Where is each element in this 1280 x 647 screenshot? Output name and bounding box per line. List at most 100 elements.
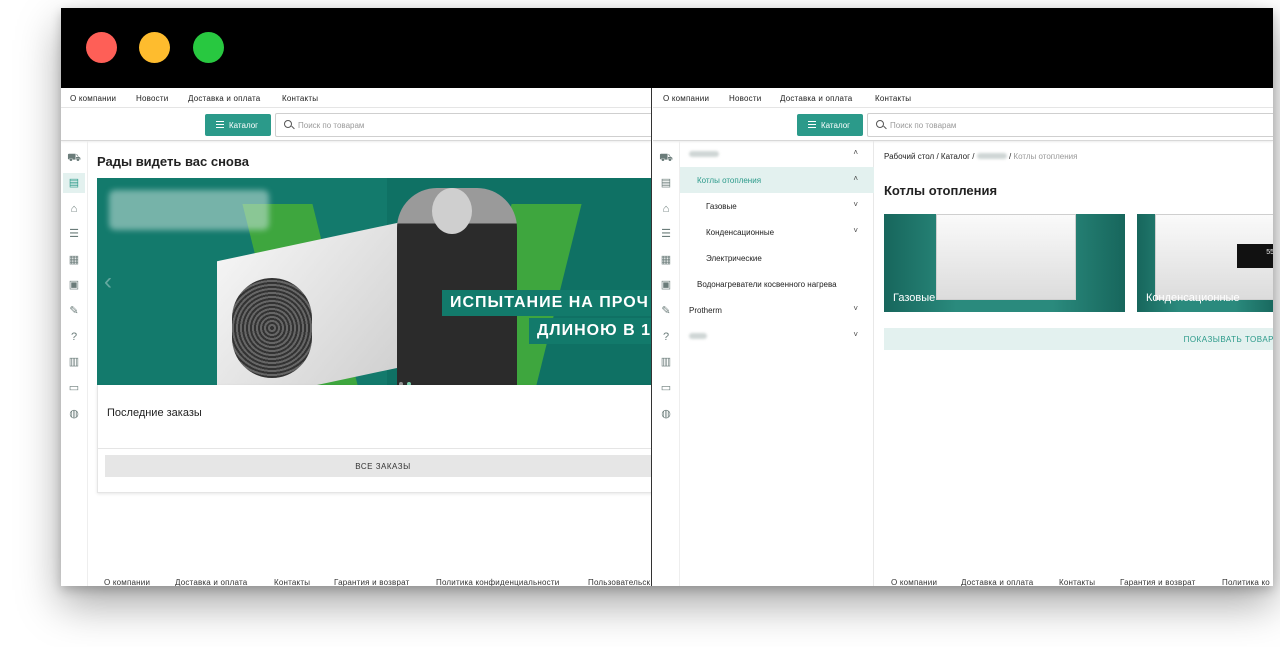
- catalog-button[interactable]: Каталог: [205, 114, 271, 136]
- breadcrumb-home[interactable]: Рабочий стол: [884, 152, 934, 161]
- promo-banner[interactable]: ‹ ИСПЫТАНИЕ НА ПРОЧ ДЛИНОЮ В 15: [97, 178, 651, 385]
- minimize-window-button[interactable]: [139, 32, 170, 63]
- category-item-indirect-water-heaters[interactable]: Водонагреватели косвенного нагрева: [680, 271, 874, 297]
- footer-link-about[interactable]: О компании: [891, 578, 937, 586]
- boiler-display-image: [1237, 244, 1273, 268]
- nav-link-news[interactable]: Новости: [729, 94, 761, 103]
- category-item-electric[interactable]: Электрические: [680, 245, 874, 271]
- breadcrumb-catalog[interactable]: Каталог: [941, 152, 970, 161]
- menu-icon: [808, 121, 816, 128]
- category-item-gas[interactable]: Газовые ˅: [680, 193, 874, 219]
- dashboard-pane: О компании Новости Доставка и оплата Кон…: [61, 88, 652, 586]
- search-icon: [284, 120, 292, 128]
- recent-orders-title: Последние заказы: [107, 407, 202, 419]
- blurred-logo: [109, 190, 269, 230]
- footer-link-privacy[interactable]: Политика конфиденциальности: [436, 578, 559, 586]
- zoom-window-button[interactable]: [193, 32, 224, 63]
- close-window-button[interactable]: [86, 32, 117, 63]
- nav-link-contacts[interactable]: Контакты: [282, 94, 318, 103]
- edit-icon[interactable]: ✎: [67, 304, 81, 318]
- search-input[interactable]: Поиск по товарам: [867, 113, 1273, 137]
- fan-grille-image: [232, 278, 312, 378]
- search-icon: [876, 120, 884, 128]
- orders-icon[interactable]: ☰: [67, 227, 81, 241]
- nav-link-about[interactable]: О компании: [663, 94, 709, 103]
- nav-link-news[interactable]: Новости: [136, 94, 168, 103]
- category-item-label: Водонагреватели косвенного нагрева: [697, 280, 837, 289]
- nav-link-about[interactable]: О компании: [70, 94, 116, 103]
- category-tile-condensing[interactable]: Конденсационные: [1137, 214, 1273, 312]
- category-tile-gas[interactable]: Газовые: [884, 214, 1125, 312]
- news-icon[interactable]: ▭: [659, 381, 673, 395]
- show-products-button[interactable]: ПОКАЗЫВАТЬ ТОВАР: [884, 328, 1273, 350]
- category-item-brand[interactable]: ˄: [680, 141, 874, 167]
- orders-icon[interactable]: ☰: [659, 227, 673, 241]
- documents-icon[interactable]: ▣: [67, 278, 81, 292]
- category-tile-label: Газовые: [893, 292, 936, 304]
- edit-icon[interactable]: ✎: [659, 304, 673, 318]
- search-placeholder: Поиск по товарам: [298, 121, 365, 130]
- blurred-text: [689, 333, 707, 339]
- dashboard-icon[interactable]: ▤: [659, 176, 673, 190]
- banner-slogan-line1: ИСПЫТАНИЕ НА ПРОЧ: [442, 290, 651, 316]
- chevron-down-icon: ˅: [853, 304, 858, 313]
- footer-link-delivery[interactable]: Доставка и оплата: [961, 578, 1033, 586]
- blurred-text[interactable]: [976, 153, 1007, 159]
- cart-icon[interactable]: ⛟: [67, 151, 81, 165]
- footer-link-warranty[interactable]: Гарантия и возврат: [334, 578, 409, 586]
- banner-slogan-line2: ДЛИНОЮ В 15: [529, 318, 651, 344]
- support-icon[interactable]: ?: [67, 330, 81, 344]
- store-icon[interactable]: ▥: [659, 355, 673, 369]
- boiler-image: [936, 214, 1076, 300]
- all-orders-button[interactable]: ВСЕ ЗАКАЗЫ: [105, 455, 651, 477]
- footer-link-about[interactable]: О компании: [104, 578, 150, 586]
- documents-icon[interactable]: ▣: [659, 278, 673, 292]
- blurred-text: [689, 151, 719, 157]
- footer-link-contacts[interactable]: Контакты: [274, 578, 310, 586]
- basket-icon[interactable]: ⌂: [67, 202, 81, 216]
- chevron-down-icon: ˅: [853, 226, 858, 235]
- dashboard-icon[interactable]: ▤: [63, 173, 85, 193]
- window-titlebar: [61, 8, 1273, 88]
- welcome-title: Рады видеть вас снова: [97, 154, 249, 169]
- footer-link-privacy[interactable]: Политика ко: [1222, 578, 1270, 586]
- chevron-up-icon: ˄: [853, 174, 858, 183]
- menu-icon: [216, 121, 224, 128]
- footer-link-delivery[interactable]: Доставка и оплата: [175, 578, 247, 586]
- category-item-protherm[interactable]: Protherm ˅: [680, 297, 874, 323]
- category-item-condensing[interactable]: Конденсационные ˅: [680, 219, 874, 245]
- category-item-heating-boilers[interactable]: Котлы отопления ˄: [680, 167, 874, 193]
- news-icon[interactable]: ▭: [67, 381, 81, 395]
- search-placeholder: Поиск по товарам: [890, 121, 957, 130]
- footer-link-contacts[interactable]: Контакты: [1059, 578, 1095, 586]
- footer-link-user-agreement[interactable]: Пользовательск: [588, 578, 650, 586]
- category-item-label: Конденсационные: [706, 228, 775, 237]
- category-item-brand-2[interactable]: ˅: [680, 323, 874, 349]
- icon-sidebar: ⛟ ▤ ⌂ ☰ ▦ ▣ ✎ ? ▥ ▭ ◍: [61, 141, 88, 586]
- chevron-down-icon: ˅: [853, 200, 858, 209]
- catalog-button-label: Каталог: [821, 121, 851, 130]
- nav-link-delivery[interactable]: Доставка и оплата: [188, 94, 260, 103]
- price-list-icon[interactable]: ▦: [67, 253, 81, 267]
- banner-prev-arrow-icon[interactable]: ‹: [104, 268, 112, 296]
- search-input[interactable]: Поиск по товарам: [275, 113, 651, 137]
- cart-icon[interactable]: ⛟: [659, 151, 673, 165]
- top-nav: О компании Новости Доставка и оплата Кон…: [61, 88, 651, 108]
- screenshot-window: О компании Новости Доставка и оплата Кон…: [61, 8, 1273, 586]
- category-item-label: Газовые: [706, 202, 737, 211]
- learning-icon[interactable]: ◍: [659, 407, 673, 421]
- support-icon[interactable]: ?: [659, 330, 673, 344]
- nav-link-delivery[interactable]: Доставка и оплата: [780, 94, 852, 103]
- basket-icon[interactable]: ⌂: [659, 202, 673, 216]
- nav-link-contacts[interactable]: Контакты: [875, 94, 911, 103]
- person-image: [397, 188, 517, 385]
- chevron-up-icon: ˄: [853, 148, 858, 157]
- footer-link-warranty[interactable]: Гарантия и возврат: [1120, 578, 1195, 586]
- learning-icon[interactable]: ◍: [67, 407, 81, 421]
- top-nav: О компании Новости Доставка и оплата Кон…: [653, 88, 1273, 108]
- store-icon[interactable]: ▥: [67, 355, 81, 369]
- catalog-button[interactable]: Каталог: [797, 114, 863, 136]
- price-list-icon[interactable]: ▦: [659, 253, 673, 267]
- search-row: Каталог Поиск по товарам: [653, 108, 1273, 141]
- category-tile-label: Конденсационные: [1146, 292, 1240, 304]
